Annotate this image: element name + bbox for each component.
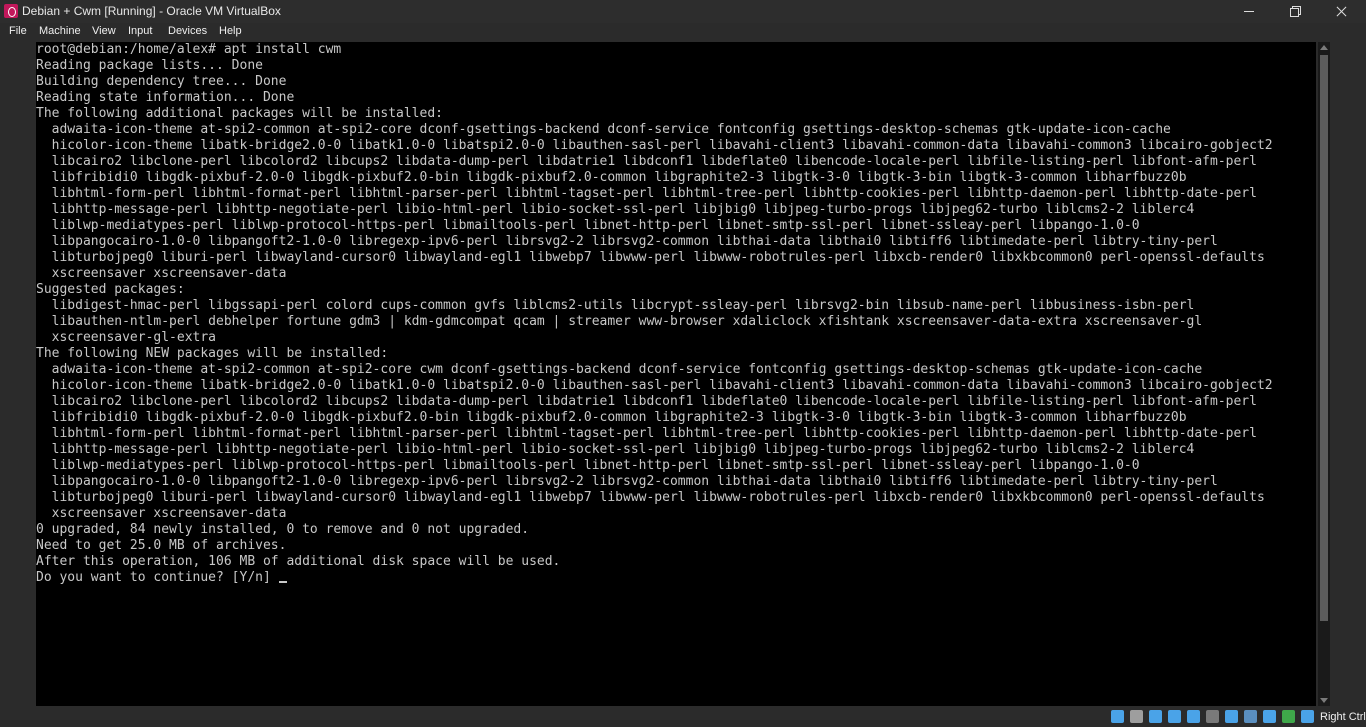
terminal-line: libhttp-message-perl libhttp-negotiate-p…	[36, 202, 1195, 217]
close-button[interactable]	[1318, 0, 1364, 23]
console-scrollbar[interactable]	[1318, 42, 1330, 706]
terminal-line: liblwp-mediatypes-perl liblwp-protocol-h…	[36, 458, 1140, 473]
terminal-line: libfribidi0 libgdk-pixbuf-2.0-0 libgdk-p…	[36, 170, 1187, 185]
terminal-line: The following additional packages will b…	[36, 106, 443, 121]
usb-icon[interactable]	[1187, 710, 1200, 723]
scroll-down-arrow-icon[interactable]	[1318, 694, 1330, 706]
terminal-line: libpangocairo-1.0-0 libpangoft2-1.0-0 li…	[36, 474, 1218, 489]
terminal-line: adwaita-icon-theme at-spi2-common at-spi…	[36, 362, 1203, 377]
audio-icon[interactable]	[1149, 710, 1162, 723]
terminal-line: Do you want to continue? [Y/n]	[36, 570, 1316, 586]
menu-input[interactable]: Input	[128, 25, 152, 37]
status-bar: Right Ctrl	[0, 707, 1366, 727]
menu-file[interactable]: File	[9, 25, 27, 37]
terminal-line: libdigest-hmac-perl libgssapi-perl color…	[36, 298, 1195, 313]
host-key-label[interactable]: Right Ctrl	[1320, 711, 1366, 723]
terminal-line: The following NEW packages will be insta…	[36, 346, 389, 361]
terminal-line: adwaita-icon-theme at-spi2-common at-spi…	[36, 122, 1171, 137]
terminal-line: xscreensaver xscreensaver-data	[36, 266, 287, 281]
menu-devices[interactable]: Devices	[168, 25, 207, 37]
terminal-line: Need to get 25.0 MB of archives.	[36, 538, 287, 553]
terminal-line: libhtml-form-perl libhtml-format-perl li…	[36, 426, 1257, 441]
graphics-icon[interactable]	[1263, 710, 1276, 723]
display-icon[interactable]	[1225, 710, 1238, 723]
hard-disk-icon[interactable]	[1111, 710, 1124, 723]
terminal-line: Reading package lists... Done	[36, 58, 263, 73]
terminal-line: xscreensaver xscreensaver-data	[36, 506, 287, 521]
restore-button[interactable]	[1272, 0, 1318, 23]
vm-console[interactable]: root@debian:/home/alex# apt install cwm R…	[36, 42, 1316, 706]
menu-view[interactable]: View	[92, 25, 116, 37]
cpu-icon[interactable]	[1282, 710, 1295, 723]
shared-folder-icon[interactable]	[1206, 710, 1219, 723]
terminal-line: Building dependency tree... Done	[36, 74, 287, 89]
terminal-cursor	[278, 581, 287, 583]
terminal-line: libcairo2 libclone-perl libcolord2 libcu…	[36, 394, 1257, 409]
terminal-line: root@debian:/home/alex# apt install cwm	[36, 42, 342, 57]
network-icon[interactable]	[1168, 710, 1181, 723]
terminal-line: 0 upgraded, 84 newly installed, 0 to rem…	[36, 522, 530, 537]
terminal-line: liblwp-mediatypes-perl liblwp-protocol-h…	[36, 218, 1140, 233]
terminal-line: Suggested packages:	[36, 282, 185, 297]
scrollbar-thumb[interactable]	[1320, 55, 1328, 621]
terminal-line: libpangocairo-1.0-0 libpangoft2-1.0-0 li…	[36, 234, 1218, 249]
mouse-integration-icon[interactable]	[1301, 710, 1314, 723]
terminal-line: hicolor-icon-theme libatk-bridge2.0-0 li…	[36, 378, 1273, 393]
video-capture-icon[interactable]	[1244, 710, 1257, 723]
terminal-line: libauthen-ntlm-perl debhelper fortune gd…	[36, 314, 1203, 329]
terminal-line: xscreensaver-gl-extra	[36, 330, 217, 345]
terminal-line: After this operation, 106 MB of addition…	[36, 554, 561, 569]
minimize-button[interactable]	[1226, 0, 1272, 23]
menu-help[interactable]: Help	[219, 25, 242, 37]
terminal-line: libhttp-message-perl libhttp-negotiate-p…	[36, 442, 1195, 457]
terminal-line: libturbojpeg0 liburi-perl libwayland-cur…	[36, 250, 1265, 265]
menu-bar: File Machine View Input Devices Help	[0, 23, 1366, 41]
terminal-line: libturbojpeg0 liburi-perl libwayland-cur…	[36, 490, 1265, 505]
menu-machine[interactable]: Machine	[39, 25, 81, 37]
terminal-line: hicolor-icon-theme libatk-bridge2.0-0 li…	[36, 138, 1273, 153]
terminal-line: libfribidi0 libgdk-pixbuf-2.0-0 libgdk-p…	[36, 410, 1187, 425]
optical-drive-icon[interactable]	[1130, 710, 1143, 723]
terminal-line: Reading state information... Done	[36, 90, 295, 105]
terminal-line: libcairo2 libclone-perl libcolord2 libcu…	[36, 154, 1257, 169]
terminal-line: libhtml-form-perl libhtml-format-perl li…	[36, 186, 1257, 201]
scroll-up-arrow-icon[interactable]	[1318, 42, 1330, 54]
window-title: Debian + Cwm [Running] - Oracle VM Virtu…	[22, 4, 281, 18]
window-titlebar[interactable]: Debian + Cwm [Running] - Oracle VM Virtu…	[0, 0, 1366, 23]
debian-app-icon	[4, 4, 18, 18]
